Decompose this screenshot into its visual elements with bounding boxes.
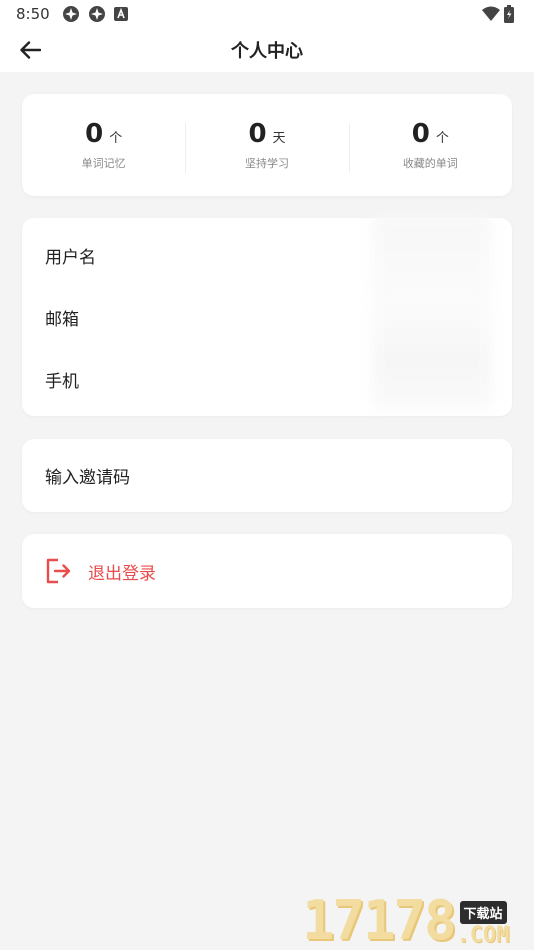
email-label: 邮箱 bbox=[45, 309, 79, 330]
stat-label: 收藏的单词 bbox=[402, 157, 458, 170]
status-bar: 8:50 bbox=[0, 0, 534, 28]
status-right bbox=[482, 5, 518, 23]
stat-value-row: 0 天 bbox=[248, 119, 285, 149]
watermark-digits: 17178 bbox=[302, 889, 457, 950]
watermark-tag: 下载站 bbox=[459, 900, 507, 924]
watermark-logo: 17178 下载站 .COM bbox=[302, 890, 528, 948]
stat-unit: 个 bbox=[435, 131, 449, 146]
watermark-side: 下载站 .COM bbox=[456, 900, 510, 948]
stat-label: 单词记忆 bbox=[81, 157, 126, 170]
logout-label: 退出登录 bbox=[88, 563, 156, 584]
a-notification-icon bbox=[113, 7, 128, 21]
stat-label: 坚持学习 bbox=[244, 157, 289, 170]
stat-value-row: 0 个 bbox=[412, 119, 449, 149]
stat-unit: 天 bbox=[272, 131, 286, 146]
settings-icon bbox=[62, 5, 80, 23]
watermark-suffix: .COM bbox=[456, 922, 510, 948]
logout-icon bbox=[44, 557, 72, 585]
stats-card: 0 个 单词记忆 0 天 坚持学习 0 个 收藏的单词 bbox=[22, 94, 512, 196]
settings-icon bbox=[88, 5, 106, 23]
stat-unit: 个 bbox=[109, 131, 123, 146]
phone-label: 手机 bbox=[45, 371, 79, 392]
username-label: 用户名 bbox=[45, 247, 96, 268]
account-info-card: 用户名 邮箱 手机 bbox=[22, 214, 512, 416]
blurred-values bbox=[372, 214, 492, 410]
page-title: 个人中心 bbox=[231, 41, 303, 62]
status-time: 8:50 bbox=[16, 5, 50, 23]
app-bar: 个人中心 bbox=[0, 28, 534, 72]
invite-code-label: 输入邀请码 bbox=[45, 468, 130, 488]
stat-value: 0 bbox=[411, 119, 430, 149]
invite-code-button[interactable]: 输入邀请码 bbox=[22, 439, 512, 512]
stat-words-memorized[interactable]: 0 个 单词记忆 bbox=[22, 119, 185, 171]
stat-value: 0 bbox=[85, 119, 104, 149]
stat-value: 0 bbox=[248, 119, 267, 149]
battery-icon bbox=[504, 5, 514, 23]
stat-value-row: 0 个 bbox=[85, 119, 122, 149]
logout-button[interactable]: 退出登录 bbox=[22, 534, 512, 608]
back-arrow-icon[interactable] bbox=[14, 34, 46, 66]
wifi-icon bbox=[482, 6, 500, 22]
stat-study-days[interactable]: 0 天 坚持学习 bbox=[185, 119, 348, 173]
stat-favorite-words[interactable]: 0 个 收藏的单词 bbox=[348, 119, 512, 173]
